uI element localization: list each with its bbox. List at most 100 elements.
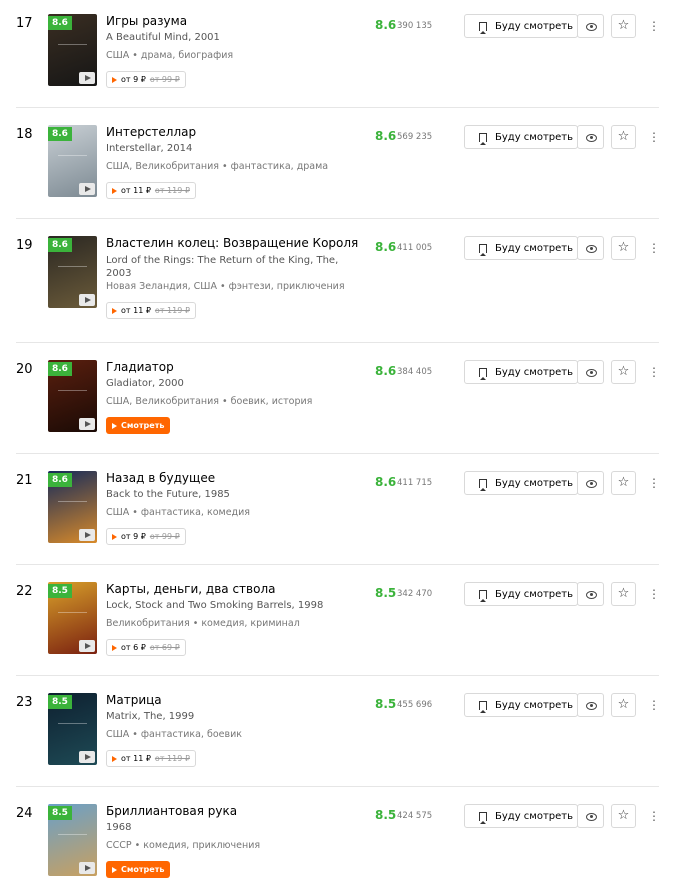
- movie-poster[interactable]: 8.6: [48, 14, 97, 86]
- rating-badge: 8.5: [48, 806, 72, 820]
- watchlist-button[interactable]: Буду смотреть: [464, 582, 578, 606]
- price-current: от 11 ₽: [121, 186, 151, 195]
- play-trailer-icon[interactable]: [79, 183, 95, 195]
- rate-star-button[interactable]: ☆: [611, 471, 636, 495]
- movie-poster[interactable]: 8.5: [48, 693, 97, 765]
- play-icon: [112, 76, 117, 83]
- vote-count: 411 715: [397, 478, 433, 488]
- watchlist-button[interactable]: Буду смотреть: [464, 14, 578, 38]
- more-options-icon[interactable]: ⋮: [648, 364, 660, 380]
- mark-watched-button[interactable]: [577, 693, 604, 717]
- price-button[interactable]: от 11 ₽ от 119 ₽: [106, 750, 196, 767]
- play-trailer-icon[interactable]: [79, 418, 95, 430]
- mark-watched-button[interactable]: [577, 236, 604, 260]
- row-divider: [16, 453, 659, 454]
- rate-star-button[interactable]: ☆: [611, 236, 636, 260]
- eye-icon: [586, 813, 597, 821]
- movie-title[interactable]: Игры разума: [106, 14, 187, 28]
- position-number: 21: [16, 473, 33, 488]
- movie-poster[interactable]: 8.6: [48, 360, 97, 432]
- eye-icon: [586, 702, 597, 710]
- movie-title[interactable]: Карты, деньги, два ствола: [106, 582, 275, 596]
- bookmark-icon: [479, 367, 487, 380]
- movie-poster[interactable]: 8.5: [48, 582, 97, 654]
- more-options-icon[interactable]: ⋮: [648, 808, 660, 824]
- play-trailer-icon[interactable]: [79, 72, 95, 84]
- mark-watched-button[interactable]: [577, 582, 604, 606]
- original-title: 1968: [106, 822, 132, 833]
- play-icon: [112, 866, 117, 873]
- more-options-icon[interactable]: ⋮: [648, 586, 660, 602]
- vote-count: 424 575: [397, 811, 433, 821]
- movie-poster[interactable]: 8.6: [48, 125, 97, 197]
- movie-score: 8.5: [375, 697, 397, 711]
- price-button[interactable]: от 6 ₽ от 69 ₽: [106, 639, 186, 656]
- bookmark-icon: [479, 478, 487, 491]
- eye-icon: [586, 245, 597, 253]
- movie-title[interactable]: Матрица: [106, 693, 162, 707]
- watch-button[interactable]: Смотреть: [106, 861, 171, 878]
- vote-count: 390 135: [397, 21, 433, 31]
- rate-star-button[interactable]: ☆: [611, 125, 636, 149]
- movie-meta: США • фантастика, боевик: [106, 729, 243, 740]
- row-divider: [16, 218, 659, 219]
- rate-star-button[interactable]: ☆: [611, 14, 636, 38]
- watchlist-button[interactable]: Буду смотреть: [464, 804, 578, 828]
- mark-watched-button[interactable]: [577, 804, 604, 828]
- watchlist-label: Буду смотреть: [495, 477, 573, 489]
- watchlist-label: Буду смотреть: [495, 810, 573, 822]
- more-options-icon[interactable]: ⋮: [648, 18, 660, 34]
- price-button[interactable]: от 11 ₽ от 119 ₽: [106, 182, 196, 199]
- price-button[interactable]: от 11 ₽ от 119 ₽: [106, 302, 196, 319]
- price-button[interactable]: от 9 ₽ от 99 ₽: [106, 71, 186, 88]
- movie-poster[interactable]: 8.6: [48, 236, 97, 308]
- poster-art: [58, 612, 87, 613]
- play-icon: [112, 187, 117, 194]
- more-options-icon[interactable]: ⋮: [648, 697, 660, 713]
- watchlist-button[interactable]: Буду смотреть: [464, 236, 578, 260]
- movie-title[interactable]: Бриллиантовая рука: [106, 804, 237, 818]
- play-trailer-icon[interactable]: [79, 294, 95, 306]
- more-options-icon[interactable]: ⋮: [648, 240, 660, 256]
- mark-watched-button[interactable]: [577, 14, 604, 38]
- price-old: от 119 ₽: [154, 754, 190, 763]
- movie-title[interactable]: Гладиатор: [106, 360, 174, 374]
- vote-count: 342 470: [397, 589, 433, 599]
- row-divider: [16, 342, 659, 343]
- movie-title[interactable]: Властелин колец: Возвращение Короля: [106, 236, 358, 250]
- rating-badge: 8.6: [48, 16, 72, 30]
- row-divider: [16, 786, 659, 787]
- movie-title[interactable]: Назад в будущее: [106, 471, 215, 485]
- bookmark-icon: [479, 811, 487, 824]
- rating-badge: 8.6: [48, 362, 72, 376]
- watchlist-label: Буду смотреть: [495, 131, 573, 143]
- play-trailer-icon[interactable]: [79, 529, 95, 541]
- rate-star-button[interactable]: ☆: [611, 582, 636, 606]
- more-options-icon[interactable]: ⋮: [648, 475, 660, 491]
- watch-button[interactable]: Смотреть: [106, 417, 171, 434]
- rate-star-button[interactable]: ☆: [611, 360, 636, 384]
- watchlist-button[interactable]: Буду смотреть: [464, 360, 578, 384]
- watchlist-button[interactable]: Буду смотреть: [464, 125, 578, 149]
- movie-poster[interactable]: 8.5: [48, 804, 97, 876]
- movie-title[interactable]: Интерстеллар: [106, 125, 196, 139]
- watchlist-button[interactable]: Буду смотреть: [464, 693, 578, 717]
- star-icon: ☆: [617, 475, 630, 490]
- rate-star-button[interactable]: ☆: [611, 693, 636, 717]
- watchlist-button[interactable]: Буду смотреть: [464, 471, 578, 495]
- vote-count: 455 696: [397, 700, 433, 710]
- movie-poster[interactable]: 8.6: [48, 471, 97, 543]
- price-button[interactable]: от 9 ₽ от 99 ₽: [106, 528, 186, 545]
- mark-watched-button[interactable]: [577, 125, 604, 149]
- mark-watched-button[interactable]: [577, 360, 604, 384]
- more-options-icon[interactable]: ⋮: [648, 129, 660, 145]
- poster-art: [58, 266, 87, 267]
- rate-star-button[interactable]: ☆: [611, 804, 636, 828]
- star-icon: ☆: [617, 697, 630, 712]
- play-trailer-icon[interactable]: [79, 751, 95, 763]
- play-trailer-icon[interactable]: [79, 640, 95, 652]
- play-trailer-icon[interactable]: [79, 862, 95, 874]
- bookmark-icon: [479, 589, 487, 602]
- rating-badge: 8.5: [48, 695, 72, 709]
- mark-watched-button[interactable]: [577, 471, 604, 495]
